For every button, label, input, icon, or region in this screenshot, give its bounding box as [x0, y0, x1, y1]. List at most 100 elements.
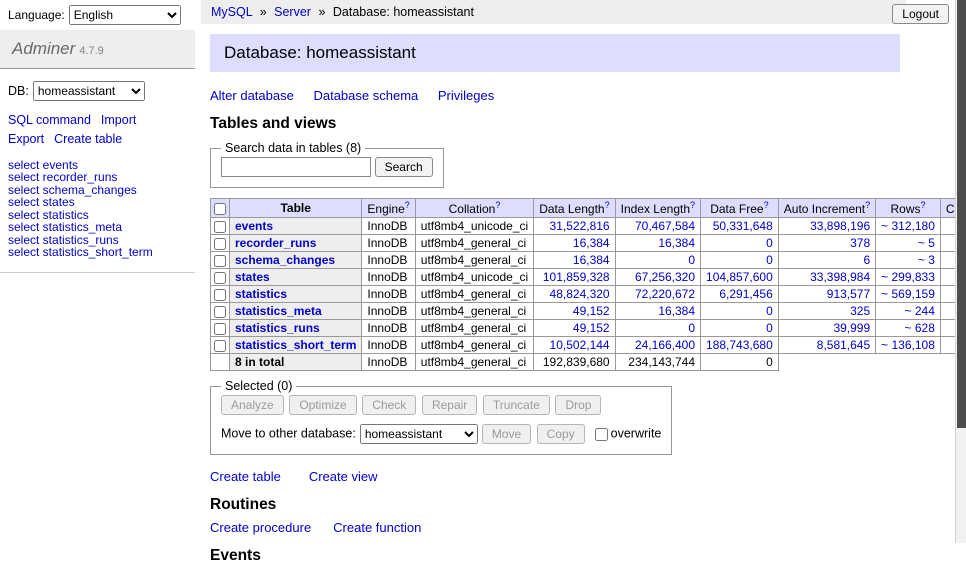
- data-length-link[interactable]: 101,859,328: [543, 270, 610, 284]
- index-length-link[interactable]: 16,384: [658, 236, 695, 250]
- breadcrumb-link-mysql[interactable]: MySQL: [211, 5, 252, 19]
- create-procedure-link[interactable]: Create procedure: [210, 520, 311, 535]
- breadcrumb-link-server[interactable]: Server: [274, 5, 311, 19]
- database-schema-link[interactable]: Database schema: [313, 88, 418, 103]
- data-free-link[interactable]: 0: [766, 253, 773, 267]
- index-length-link[interactable]: 0: [688, 321, 695, 335]
- page-title: Database: homeassistant: [210, 34, 900, 72]
- data-length-link[interactable]: 16,384: [573, 253, 610, 267]
- index-length-help-link[interactable]: ?: [690, 200, 695, 210]
- auto-increment-link[interactable]: 913,577: [827, 287, 870, 301]
- sidebar-link-create-table[interactable]: Create table: [54, 132, 122, 146]
- data-free-link[interactable]: 0: [766, 304, 773, 318]
- table-link[interactable]: states: [235, 270, 270, 284]
- move-database-select[interactable]: homeassistant: [360, 424, 478, 444]
- scrollbar-thumb[interactable]: [957, 0, 966, 428]
- sidebar-link-import[interactable]: Import: [101, 113, 136, 127]
- rows-count-link[interactable]: ~ 3: [918, 253, 935, 267]
- data-length-help-link[interactable]: ?: [605, 200, 610, 210]
- collation-cell: utf8mb4_general_ci: [415, 235, 533, 252]
- data-length-link[interactable]: 31,522,816: [550, 219, 610, 233]
- data-length-link[interactable]: 10,502,144: [550, 338, 610, 352]
- rows-count-link[interactable]: ~ 244: [905, 304, 935, 318]
- index-length-link[interactable]: 16,384: [658, 304, 695, 318]
- rows-count-link[interactable]: ~ 136,108: [881, 338, 935, 352]
- index-length-link[interactable]: 72,220,672: [635, 287, 695, 301]
- auto-increment-link[interactable]: 6: [863, 253, 870, 267]
- table-link[interactable]: statistics_meta: [235, 304, 322, 318]
- alter-database-link[interactable]: Alter database: [210, 88, 294, 103]
- index-length-link[interactable]: 67,256,320: [635, 270, 695, 284]
- language-select[interactable]: English: [69, 5, 181, 25]
- table-link[interactable]: events: [235, 219, 273, 233]
- search-input[interactable]: [221, 157, 371, 177]
- auto-increment-link[interactable]: 8,581,645: [817, 338, 870, 352]
- rows-count-link[interactable]: ~ 299,833: [881, 270, 935, 284]
- data-length-link[interactable]: 49,152: [573, 304, 610, 318]
- data-free-link[interactable]: 104,857,600: [706, 270, 773, 284]
- sidebar-link-sql-command[interactable]: SQL command: [8, 113, 91, 127]
- row-checkbox[interactable]: [214, 238, 226, 250]
- col-header-auto-increment: Auto Increment?: [778, 199, 875, 218]
- data-free-link[interactable]: 188,743,680: [706, 338, 773, 352]
- table-link[interactable]: statistics_short_term: [235, 338, 356, 352]
- index-length-link[interactable]: 24,166,400: [635, 338, 695, 352]
- auto-increment-link[interactable]: 33,898,196: [810, 219, 870, 233]
- select-all-checkbox[interactable]: [214, 203, 226, 215]
- row-checkbox[interactable]: [214, 340, 226, 352]
- engine-cell: InnoDB: [362, 337, 415, 354]
- row-checkbox[interactable]: [214, 306, 226, 318]
- create-view-link[interactable]: Create view: [309, 469, 378, 484]
- data-free-link[interactable]: 0: [766, 321, 773, 335]
- search-legend: Search data in tables (8): [221, 141, 365, 155]
- create-table-link[interactable]: Create table: [210, 469, 281, 484]
- rows-help-link[interactable]: ?: [921, 200, 926, 210]
- adminer-logo-link[interactable]: Adminer: [12, 39, 75, 58]
- data-free-link[interactable]: 0: [766, 236, 773, 250]
- create-function-link[interactable]: Create function: [333, 520, 421, 535]
- engine-help-link[interactable]: ?: [405, 200, 410, 210]
- search-button[interactable]: Search: [375, 157, 433, 177]
- table-link[interactable]: statistics_runs: [235, 321, 320, 335]
- index-length-link[interactable]: 70,467,584: [635, 219, 695, 233]
- sidebar-item-select-statistics-short-term[interactable]: select statistics_short_term: [8, 246, 187, 259]
- table-link[interactable]: statistics: [235, 287, 287, 301]
- collation-cell: utf8mb4_general_ci: [415, 337, 533, 354]
- auto-increment-link[interactable]: 39,999: [833, 321, 870, 335]
- table-link[interactable]: schema_changes: [235, 253, 335, 267]
- data-length-link[interactable]: 16,384: [573, 236, 610, 250]
- auto-increment-link[interactable]: 33,398,984: [810, 270, 870, 284]
- sidebar-item-select-states[interactable]: select states: [8, 196, 187, 209]
- sidebar-link-export[interactable]: Export: [8, 132, 44, 146]
- table-row: statistics_runs InnoDB utf8mb4_general_c…: [211, 320, 966, 337]
- vertical-scrollbar[interactable]: [955, 0, 966, 543]
- row-checkbox[interactable]: [214, 221, 226, 233]
- rows-count-link[interactable]: ~ 569,159: [881, 287, 935, 301]
- collation-help-link[interactable]: ?: [495, 200, 500, 210]
- table-link[interactable]: recorder_runs: [235, 236, 316, 250]
- auto-increment-link[interactable]: 325: [850, 304, 870, 318]
- db-select[interactable]: homeassistant: [33, 81, 145, 101]
- logout-button[interactable]: Logout: [892, 4, 949, 24]
- sidebar-item-select-recorder-runs[interactable]: select recorder_runs: [8, 171, 187, 184]
- overwrite-label[interactable]: overwrite: [611, 426, 662, 440]
- data-length-link[interactable]: 49,152: [573, 321, 610, 335]
- data-free-link[interactable]: 6,291,456: [719, 287, 772, 301]
- row-checkbox[interactable]: [214, 272, 226, 284]
- privileges-link[interactable]: Privileges: [438, 88, 494, 103]
- rows-count-link[interactable]: ~ 5: [918, 236, 935, 250]
- index-length-link[interactable]: 0: [688, 253, 695, 267]
- data-free-help-link[interactable]: ?: [764, 200, 769, 210]
- data-free-link[interactable]: 50,331,648: [713, 219, 773, 233]
- row-checkbox[interactable]: [214, 323, 226, 335]
- auto-increment-help-link[interactable]: ?: [865, 200, 870, 210]
- rows-count-link[interactable]: ~ 628: [905, 321, 935, 335]
- row-checkbox[interactable]: [214, 289, 226, 301]
- sidebar-item-select-statistics-meta[interactable]: select statistics_meta: [8, 221, 187, 234]
- auto-increment-link[interactable]: 378: [850, 236, 870, 250]
- row-checkbox[interactable]: [214, 255, 226, 267]
- overwrite-checkbox[interactable]: [595, 428, 608, 441]
- col-header-index-length: Index Length?: [615, 199, 700, 218]
- data-length-link[interactable]: 48,824,320: [550, 287, 610, 301]
- rows-count-link[interactable]: ~ 312,180: [881, 219, 935, 233]
